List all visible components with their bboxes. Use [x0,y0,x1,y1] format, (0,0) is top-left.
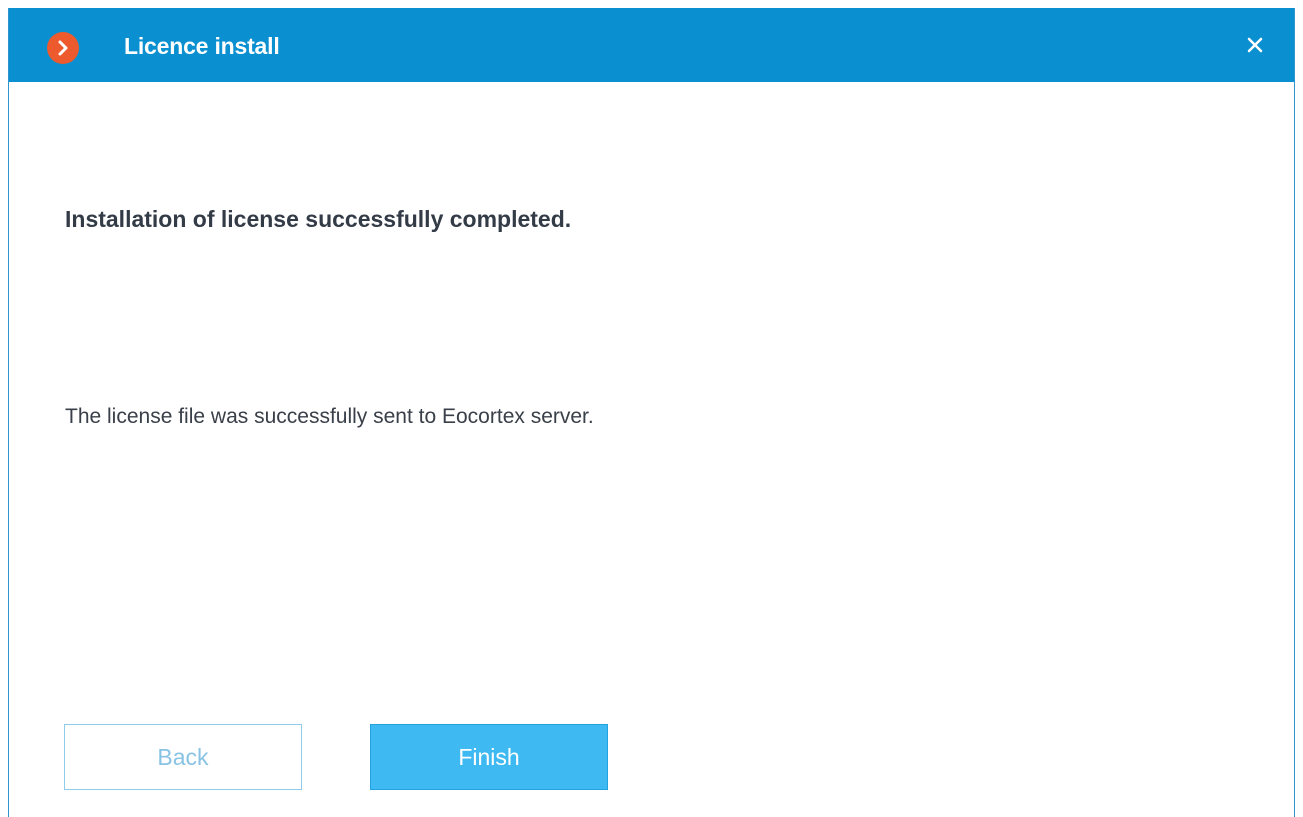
status-heading: Installation of license successfully com… [65,206,572,232]
close-icon [1247,37,1263,53]
back-button[interactable]: Back [64,724,302,790]
close-button[interactable] [1238,28,1272,62]
window-title: Licence install [124,33,280,59]
dialog-content: Installation of license successfully com… [9,82,1294,817]
finish-button[interactable]: Finish [370,724,608,790]
status-message: The license file was successfully sent t… [65,405,594,428]
app-logo-icon [47,32,79,64]
licence-install-dialog: Licence install Installation of license … [8,8,1295,817]
title-bar: Licence install [9,8,1294,82]
chevron-right-icon [58,40,68,56]
